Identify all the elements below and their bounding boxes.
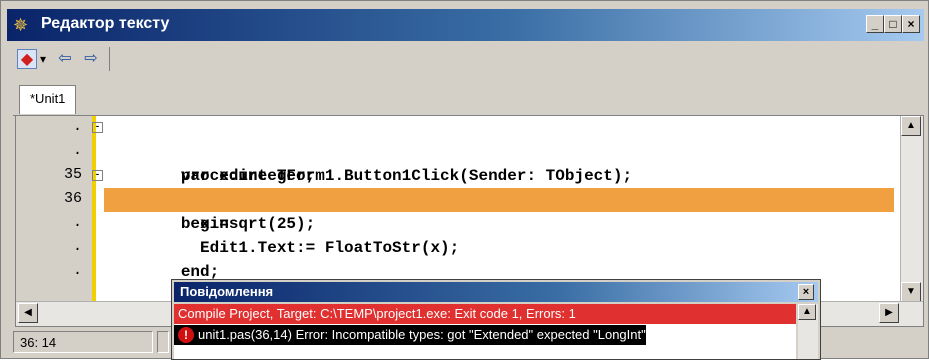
code-line[interactable]: var x:integer; (104, 140, 894, 185)
vertical-scrollbar[interactable]: ▲ ▼ (900, 116, 923, 302)
maximize-button[interactable]: □ (884, 15, 902, 33)
code-line[interactable]: Edit1.Text:= FloatToStr(x); (104, 212, 894, 257)
breakpoint-icon[interactable]: ◆ (17, 49, 37, 69)
error-icon: ! (178, 327, 194, 343)
message-row-error[interactable]: ! unit1.pas(36,14) Error: Incompatible t… (174, 325, 646, 345)
title-bar[interactable]: ✵ Редактор тексту _ □ × (7, 9, 924, 41)
close-button[interactable]: × (902, 15, 920, 33)
gutter-mark: . (72, 142, 82, 159)
editor-window: ✵ Редактор тексту _ □ × ◆ ▾ ⇦ ⇨ *Unit1 .… (0, 0, 929, 360)
messages-title: Повідомлення (180, 284, 274, 299)
line-number: 35 (63, 166, 82, 183)
fold-marker-icon[interactable]: - (92, 170, 103, 181)
code-line-highlighted[interactable]: x:=sqrt(25); (104, 188, 894, 233)
line-gutter: . . 35 36 . . . (16, 116, 96, 326)
messages-title-bar[interactable]: Повідомлення × (174, 282, 818, 302)
message-text: unit1.pas(36,14) Error: Incompatible typ… (198, 327, 646, 342)
gear-app-icon: ✵ (13, 15, 29, 35)
toolbar-divider (109, 47, 110, 71)
gutter-mark: . (72, 238, 82, 255)
message-row-compile[interactable]: Compile Project, Target: C:\TEMP\project… (174, 304, 796, 324)
messages-close-button[interactable]: × (798, 284, 814, 300)
messages-list[interactable]: Compile Project, Target: C:\TEMP\project… (174, 304, 796, 359)
status-cell (157, 331, 169, 353)
scroll-up-icon[interactable]: ▲ (901, 116, 921, 136)
fold-marker-icon[interactable]: - (92, 122, 103, 133)
messages-window: Повідомлення × Compile Project, Target: … (171, 279, 821, 360)
code-line[interactable]: - begin (92, 164, 894, 233)
gutter-mark: . (72, 118, 82, 135)
gutter-mark: . (72, 214, 82, 231)
back-icon[interactable]: ⇦ (55, 49, 75, 69)
toolbar: ◆ ▾ ⇦ ⇨ (7, 43, 924, 79)
line-number: 36 (63, 190, 82, 207)
window-title: Редактор тексту (41, 15, 170, 32)
tab-strip: *Unit1 (13, 85, 924, 116)
scroll-right-icon[interactable]: ▶ (879, 303, 899, 323)
minimize-button[interactable]: _ (866, 15, 884, 33)
scroll-down-icon[interactable]: ▼ (901, 282, 921, 302)
gutter-mark: . (72, 262, 82, 279)
dropdown-arrow-icon[interactable]: ▾ (37, 49, 49, 69)
messages-scrollbar[interactable]: ▲ (798, 304, 818, 359)
code-line[interactable]: end; (104, 236, 894, 281)
scroll-up-icon[interactable]: ▲ (798, 304, 816, 320)
tab-unit1[interactable]: *Unit1 (19, 85, 77, 114)
cursor-position: 36: 14 (13, 331, 153, 353)
scroll-left-icon[interactable]: ◀ (18, 303, 38, 323)
code-line[interactable]: - procedure TForm1.Button1Click(Sender: … (92, 116, 894, 185)
forward-icon[interactable]: ⇨ (81, 49, 101, 69)
